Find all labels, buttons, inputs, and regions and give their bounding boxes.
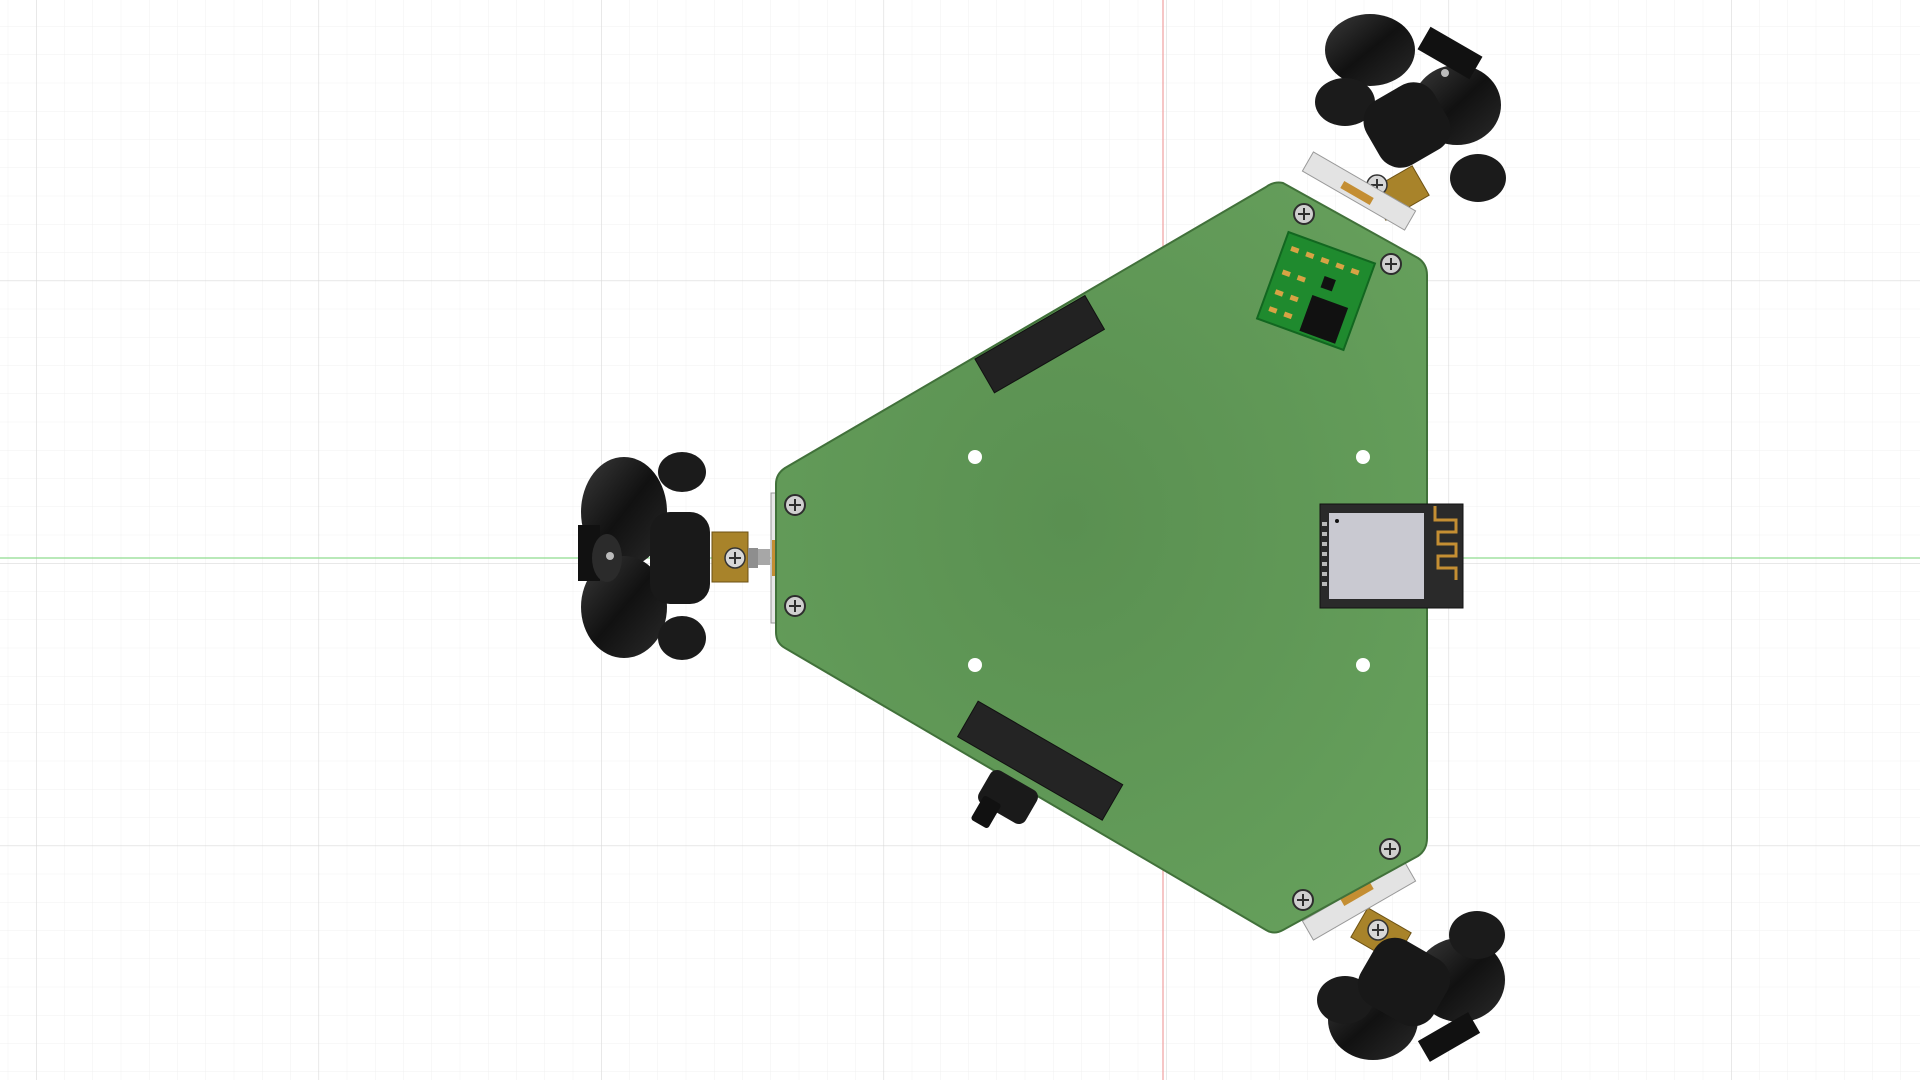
screw-icon bbox=[784, 595, 806, 617]
mount-hole bbox=[1356, 658, 1370, 672]
cad-scene[interactable] bbox=[0, 0, 1920, 1080]
screw-icon bbox=[1380, 253, 1402, 275]
cad-viewport[interactable] bbox=[0, 0, 1920, 1080]
screw-icon bbox=[784, 494, 806, 516]
mount-hole bbox=[1356, 450, 1370, 464]
mount-hole bbox=[968, 658, 982, 672]
screw-icon bbox=[1293, 203, 1315, 225]
screw-icon bbox=[1379, 838, 1401, 860]
screw-icon bbox=[1292, 889, 1314, 911]
mount-hole bbox=[968, 450, 982, 464]
wifi-module[interactable] bbox=[1319, 503, 1464, 609]
